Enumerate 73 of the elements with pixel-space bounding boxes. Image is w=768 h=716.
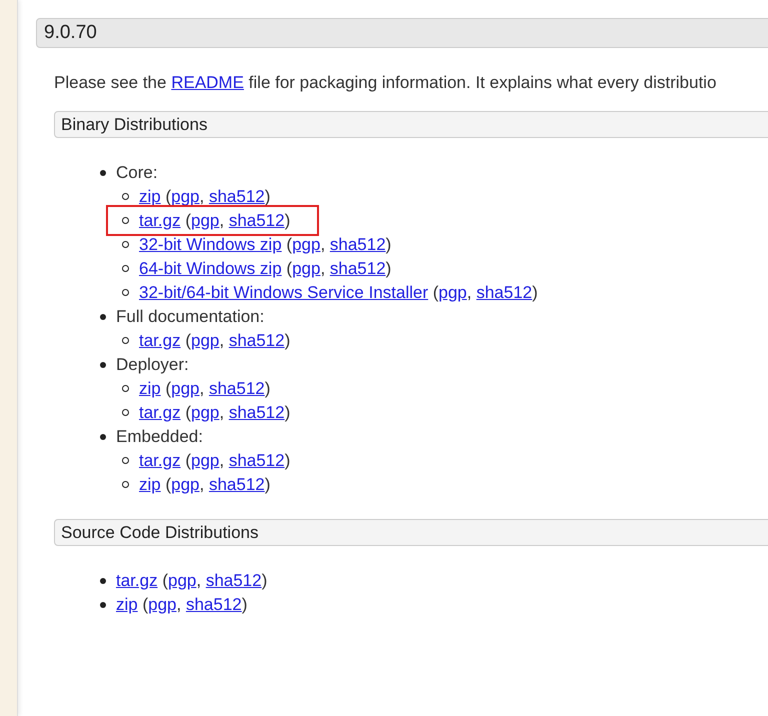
signature-link[interactable]: sha512 [330, 258, 386, 278]
signature-link[interactable]: sha512 [228, 402, 285, 422]
circle-bullet-icon [122, 457, 129, 464]
file-link[interactable]: 32-bit Windows zip [139, 234, 282, 254]
signature-link[interactable]: sha512 [206, 570, 262, 590]
signature-link[interactable]: pgp [292, 234, 320, 254]
signature-link[interactable]: sha512 [228, 210, 285, 230]
signature-link[interactable]: pgp [190, 210, 220, 230]
download-line: tar.gz (pgp, sha512) [138, 402, 292, 424]
circle-bullet-icon [122, 241, 129, 248]
signature-link[interactable]: pgp [438, 282, 467, 302]
circle-bullet-icon [122, 193, 129, 200]
signature-link[interactable]: pgp [190, 402, 220, 422]
bullet-icon [100, 602, 106, 608]
section-header: Binary Distributions [54, 110, 768, 138]
circle-bullet-icon [122, 265, 129, 272]
file-link[interactable]: 64-bit Windows zip [139, 258, 282, 278]
file-link[interactable]: zip [139, 474, 161, 494]
signature-link[interactable]: sha512 [228, 450, 285, 470]
intro-paragraph: Please see the README file for packaging information. It explains what every distributio [54, 72, 718, 94]
signature-link[interactable]: pgp [190, 450, 220, 470]
signature-link[interactable]: pgp [171, 474, 200, 494]
file-link[interactable]: tar.gz [139, 330, 181, 350]
download-line: 32-bit Windows zip (pgp, sha512) [138, 234, 392, 256]
file-link[interactable]: zip [116, 594, 138, 614]
file-link[interactable]: zip [139, 186, 161, 206]
file-link[interactable]: tar.gz [139, 210, 181, 230]
file-link[interactable]: tar.gz [139, 402, 181, 422]
file-link[interactable]: tar.gz [139, 450, 181, 470]
download-line: zip (pgp, sha512) [138, 186, 272, 208]
circle-bullet-icon [122, 217, 129, 224]
circle-bullet-icon [122, 337, 129, 344]
download-line: tar.gz (pgp, sha512) [109, 208, 316, 234]
bullet-icon [100, 170, 106, 176]
circle-bullet-icon [122, 409, 129, 416]
signature-link[interactable]: sha512 [208, 474, 265, 494]
section-header: Source Code Distributions [54, 518, 768, 546]
file-link[interactable]: tar.gz [116, 570, 158, 590]
download-line: tar.gz (pgp, sha512) [138, 450, 292, 472]
file-link[interactable]: 32-bit/64-bit Windows Service Installer [139, 282, 428, 302]
group-label: Full documentation: [116, 306, 264, 328]
bullet-icon [100, 578, 106, 584]
signature-link[interactable]: sha512 [476, 282, 532, 302]
circle-bullet-icon [122, 481, 129, 488]
signature-link[interactable]: pgp [292, 258, 320, 278]
download-line: 32-bit/64-bit Windows Service Installer (pgp, sha512) [138, 282, 539, 304]
signature-link[interactable]: sha512 [330, 234, 386, 254]
signature-link[interactable]: sha512 [186, 594, 242, 614]
group-label: Core: [116, 162, 158, 184]
signature-link[interactable]: pgp [171, 378, 200, 398]
file-link[interactable]: zip [139, 378, 161, 398]
signature-link[interactable]: sha512 [208, 378, 265, 398]
bullet-icon [100, 362, 106, 368]
signature-link[interactable]: sha512 [228, 330, 285, 350]
download-line: tar.gz (pgp, sha512) [138, 330, 292, 352]
circle-bullet-icon [122, 289, 129, 296]
circle-bullet-icon [122, 385, 129, 392]
download-line: 64-bit Windows zip (pgp, sha512) [138, 258, 392, 280]
group-label: Deployer: [116, 354, 189, 376]
download-line: tar.gz (pgp, sha512) [115, 570, 268, 592]
readme-link[interactable]: README [171, 73, 244, 92]
signature-link[interactable]: sha512 [208, 186, 265, 206]
group-label: Embedded: [116, 426, 203, 448]
version-heading: 9.0.70 [36, 18, 768, 48]
signature-link[interactable]: pgp [168, 570, 196, 590]
signature-link[interactable]: pgp [190, 330, 220, 350]
bullet-icon [100, 314, 106, 320]
signature-link[interactable]: pgp [148, 594, 176, 614]
download-line: zip (pgp, sha512) [138, 378, 272, 400]
bullet-icon [100, 434, 106, 440]
download-line: zip (pgp, sha512) [138, 474, 272, 496]
signature-link[interactable]: pgp [171, 186, 200, 206]
download-line: zip (pgp, sha512) [115, 594, 248, 616]
